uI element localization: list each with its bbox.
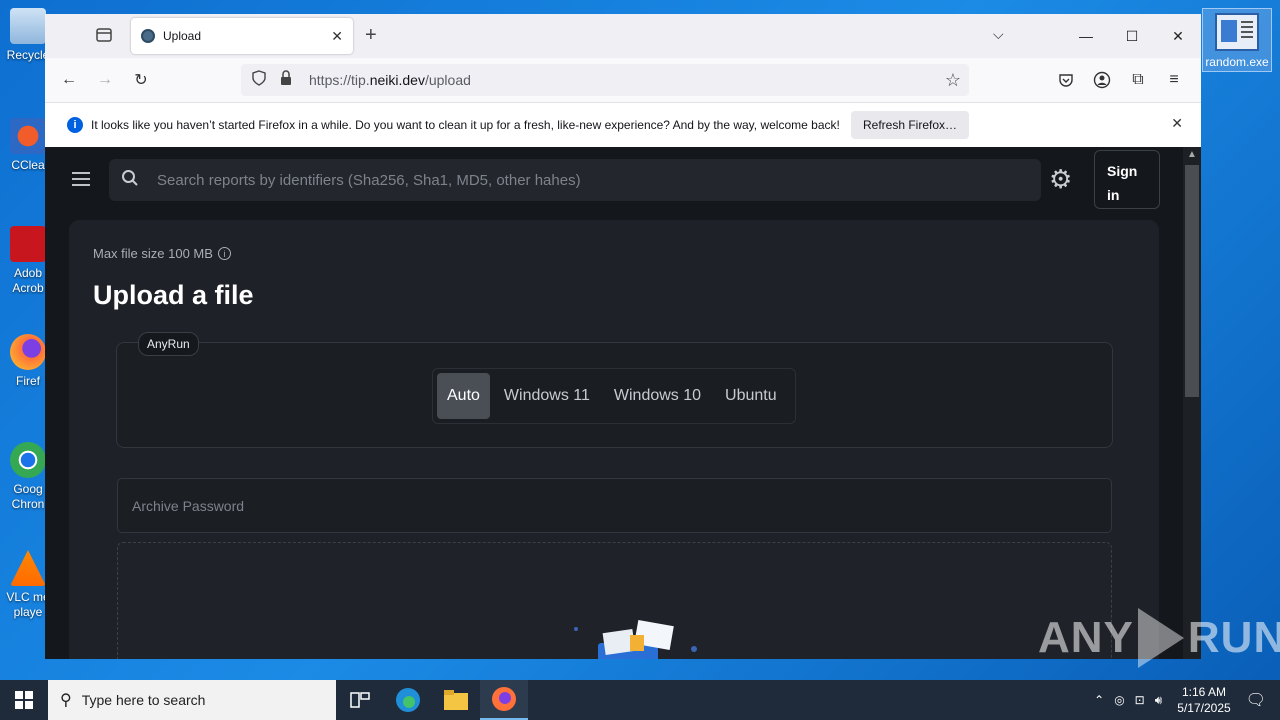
system-tray: ⌃ ◎ ⊡ 🔊︎ 1:16 AM 5/17/2025 🗨︎ — [1089, 680, 1280, 720]
minimize-icon[interactable]: — — [1063, 14, 1109, 58]
window-controls: — ☐ ✕ — [1063, 14, 1201, 58]
url-domain: neiki.dev — [369, 72, 425, 88]
search-placeholder: Search reports by identifiers (Sha256, S… — [157, 171, 581, 189]
start-button[interactable] — [0, 680, 48, 720]
edge-taskbar-icon[interactable] — [384, 680, 432, 720]
volume-icon[interactable]: 🔊︎ — [1155, 693, 1163, 708]
sign-in-button[interactable]: Sign in — [1094, 150, 1160, 209]
lock-icon[interactable] — [279, 69, 293, 91]
tab-upload[interactable]: Upload ✕ — [131, 18, 353, 54]
file-drop-zone[interactable] — [117, 542, 1112, 659]
anyrun-tag: AnyRun — [138, 332, 199, 356]
vlc-icon — [10, 550, 46, 586]
task-view-icon[interactable] — [336, 680, 384, 720]
page-content: Search reports by identifiers (Sha256, S… — [45, 147, 1183, 659]
pocket-icon[interactable] — [1051, 65, 1081, 95]
windows-logo-icon — [15, 691, 33, 709]
list-all-tabs-icon[interactable]: ⌵ — [993, 26, 1004, 43]
clock[interactable]: 1:16 AM 5/17/2025 — [1177, 684, 1230, 716]
meet-now-icon[interactable]: ◎ — [1114, 693, 1124, 707]
show-hidden-icons-icon[interactable]: ⌃ — [1094, 693, 1104, 707]
upload-card: Max file size 100 MB i Upload a file Any… — [69, 220, 1159, 659]
watermark-left: ANY — [1038, 613, 1134, 662]
navigation-toolbar: ← → ↻ https://tip.neiki.dev/upload ☆ ⧉ ≡ — [45, 58, 1201, 102]
notifications-icon[interactable]: 🗨︎ — [1246, 690, 1266, 710]
firefox-view-icon[interactable] — [95, 26, 117, 46]
bookmark-star-icon[interactable]: ☆ — [945, 70, 961, 91]
os-option-windows-11[interactable]: Windows 11 — [494, 373, 600, 419]
site-favicon-icon — [141, 29, 155, 43]
search-icon — [121, 169, 139, 192]
url-text[interactable]: https://tip.neiki.dev/upload — [309, 72, 471, 88]
firefox-icon — [10, 334, 46, 370]
tracking-protection-shield-icon[interactable] — [251, 69, 267, 91]
page-title: Upload a file — [93, 280, 254, 310]
back-icon[interactable]: ← — [54, 65, 84, 95]
executable-file-icon — [1215, 13, 1259, 51]
os-selector-box: AnyRun Auto Windows 11 Windows 10 Ubuntu — [116, 332, 1113, 448]
app-menu-icon[interactable]: ≡ — [1159, 65, 1189, 95]
archive-password-input[interactable]: Archive Password — [117, 478, 1112, 533]
new-tab-icon[interactable]: + — [365, 24, 377, 47]
notification-message: It looks like you haven’t started Firefo… — [91, 118, 840, 132]
firefox-window: Upload ✕ + ⌵ — ☐ ✕ ← → ↻ https://tip.nei… — [45, 14, 1201, 659]
maximize-icon[interactable]: ☐ — [1109, 14, 1155, 58]
close-tab-icon[interactable]: ✕ — [331, 28, 343, 45]
archive-password-placeholder: Archive Password — [132, 497, 245, 514]
chrome-icon — [10, 442, 46, 478]
url-path: /upload — [424, 72, 471, 88]
recycle-bin-icon — [10, 8, 46, 44]
toolbar-actions: ⧉ ≡ — [1051, 65, 1189, 95]
taskbar-search-input[interactable]: ⚲ Type here to search — [48, 680, 336, 720]
settings-gear-icon[interactable]: ⚙ — [1049, 165, 1077, 193]
report-search-input[interactable]: Search reports by identifiers (Sha256, S… — [109, 159, 1041, 201]
taskbar: ⚲ Type here to search ⌃ ◎ ⊡ 🔊︎ 1:16 AM 5… — [0, 680, 1280, 720]
url-bar[interactable]: https://tip.neiki.dev/upload ☆ — [241, 64, 969, 96]
max-file-size: Max file size 100 MB i — [93, 246, 231, 261]
scrollbar-thumb[interactable] — [1185, 165, 1199, 397]
refresh-firefox-notification: i It looks like you haven’t started Fire… — [45, 102, 1201, 148]
os-segmented-control: Auto Windows 11 Windows 10 Ubuntu — [432, 368, 796, 424]
max-file-size-label: Max file size 100 MB — [93, 246, 213, 261]
tab-bar: Upload ✕ + ⌵ — ☐ ✕ — [45, 14, 1201, 58]
info-circle-icon[interactable]: i — [217, 247, 231, 260]
adobe-acrobat-icon — [10, 226, 46, 262]
file-explorer-taskbar-icon[interactable] — [432, 680, 480, 720]
desktop-icon-label: random.exe — [1205, 55, 1269, 69]
desktop-icon-random-exe[interactable]: random.exe — [1202, 8, 1272, 72]
watermark-right: RUN — [1187, 613, 1280, 662]
extensions-icon[interactable]: ⧉ — [1123, 65, 1153, 95]
tab-title: Upload — [163, 29, 202, 43]
refresh-firefox-button[interactable]: Refresh Firefox… — [851, 111, 970, 139]
scroll-up-icon[interactable]: ▲ — [1187, 149, 1197, 160]
info-icon: i — [67, 117, 83, 133]
clock-time: 1:16 AM — [1181, 685, 1226, 699]
forward-icon[interactable]: → — [90, 65, 120, 95]
hamburger-menu-icon[interactable] — [72, 172, 90, 186]
os-option-ubuntu[interactable]: Ubuntu — [715, 373, 787, 419]
reload-icon[interactable]: ↻ — [126, 65, 156, 95]
network-icon[interactable]: ⊡ — [1135, 693, 1145, 707]
page-scrollbar[interactable]: ▲ — [1183, 147, 1201, 659]
anyrun-watermark: ANY RUN — [1038, 608, 1280, 668]
os-option-auto[interactable]: Auto — [437, 373, 490, 419]
upload-illustration-icon — [574, 620, 697, 659]
play-icon — [1137, 608, 1184, 668]
close-window-icon[interactable]: ✕ — [1155, 14, 1201, 58]
firefox-taskbar-icon[interactable] — [480, 680, 528, 720]
search-icon: ⚲ — [60, 692, 72, 709]
os-option-windows-10[interactable]: Windows 10 — [604, 373, 711, 419]
url-prefix: https://tip. — [309, 72, 370, 88]
clock-date: 5/17/2025 — [1177, 701, 1231, 715]
taskbar-search-placeholder: Type here to search — [81, 692, 206, 708]
ccleaner-icon — [10, 118, 46, 154]
close-notification-icon[interactable]: ✕ — [1171, 115, 1183, 132]
account-icon[interactable] — [1087, 65, 1117, 95]
